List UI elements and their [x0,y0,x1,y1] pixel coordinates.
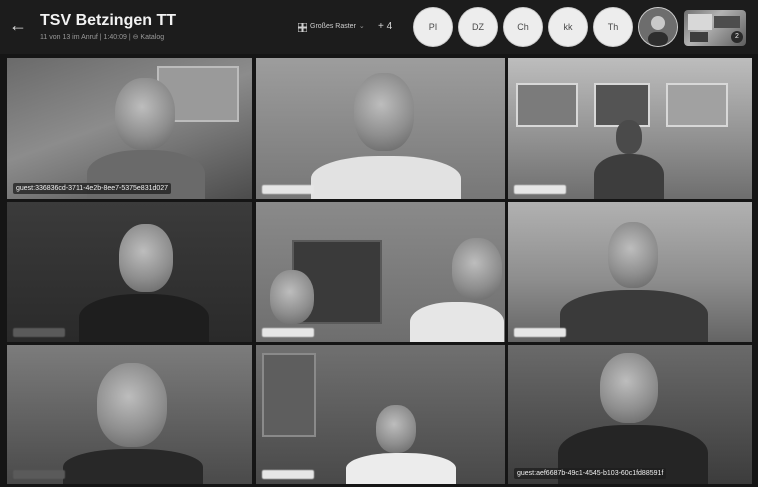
participant-name-tag [13,328,65,337]
video-grid: guest:336836cd-3711-4e2b-8ee7-5375e831d0… [7,58,752,484]
avatar-initials: Th [607,22,619,32]
participant-name-tag: guest:aef6687b-49c1-4545-b103-60c1fd8859… [514,468,667,479]
wall-picture [516,83,578,127]
participant-avatar[interactable]: Ch [504,8,542,46]
video-tile[interactable]: guest:aef6687b-49c1-4545-b103-60c1fd8859… [508,345,752,484]
participant-avatar[interactable]: DZ [459,8,497,46]
thumbnail-count-badge: 2 [731,31,743,43]
video-tile[interactable] [508,58,752,199]
video-tile[interactable] [256,202,505,342]
participant-name-tag [13,470,65,479]
participant-name-tag [262,470,314,479]
participant-avatar[interactable]: Th [594,8,632,46]
participant-avatar[interactable]: kk [549,8,587,46]
call-status: 11 von 13 im Anruf | 1:40:09 | ⊖ Katalog [40,34,165,41]
call-header: ← TSV Betzingen TT 11 von 13 im Anruf | … [0,0,758,54]
more-participants-button[interactable]: + 4 [378,19,392,35]
avatar-initials: Ch [517,22,529,32]
video-tile[interactable] [256,345,505,484]
participant-name-tag [262,328,314,337]
chevron-down-icon: ⌄ [358,23,365,30]
wall-picture [666,83,728,127]
video-call-window: ← TSV Betzingen TT 11 von 13 im Anruf | … [0,0,758,487]
arrow-left-icon: ← [9,15,27,35]
call-title-block: TSV Betzingen TT 11 von 13 im Anruf | 1:… [40,12,280,43]
avatar-initials: DZ [472,22,484,32]
participant-avatar[interactable]: PI [414,8,452,46]
video-tile[interactable]: guest:336836cd-3711-4e2b-8ee7-5375e831d0… [7,58,252,199]
grid-icon [298,22,307,32]
video-tile[interactable] [256,58,505,199]
layout-selector-button[interactable]: Großes Raster ⌄ [298,19,365,35]
user-photo-icon [639,8,677,46]
wall-picture [594,83,650,127]
participant-avatar-photo[interactable] [639,8,677,46]
avatar-initials: PI [428,22,438,32]
participant-name-tag [514,328,566,337]
video-tile[interactable] [508,202,752,342]
participant-name-tag [262,185,314,194]
thumbnail-preview[interactable]: 2 [684,10,746,46]
back-button[interactable]: ← [8,15,28,35]
video-tile[interactable] [7,345,252,484]
wall-picture [262,353,316,437]
participant-name-tag: guest:336836cd-3711-4e2b-8ee7-5375e831d0… [13,183,172,194]
video-tile[interactable] [7,202,252,342]
participant-name-tag [514,185,566,194]
layout-label: Großes Raster [310,23,356,30]
page-title: TSV Betzingen TT [40,12,176,29]
avatar-initials: kk [563,22,573,32]
